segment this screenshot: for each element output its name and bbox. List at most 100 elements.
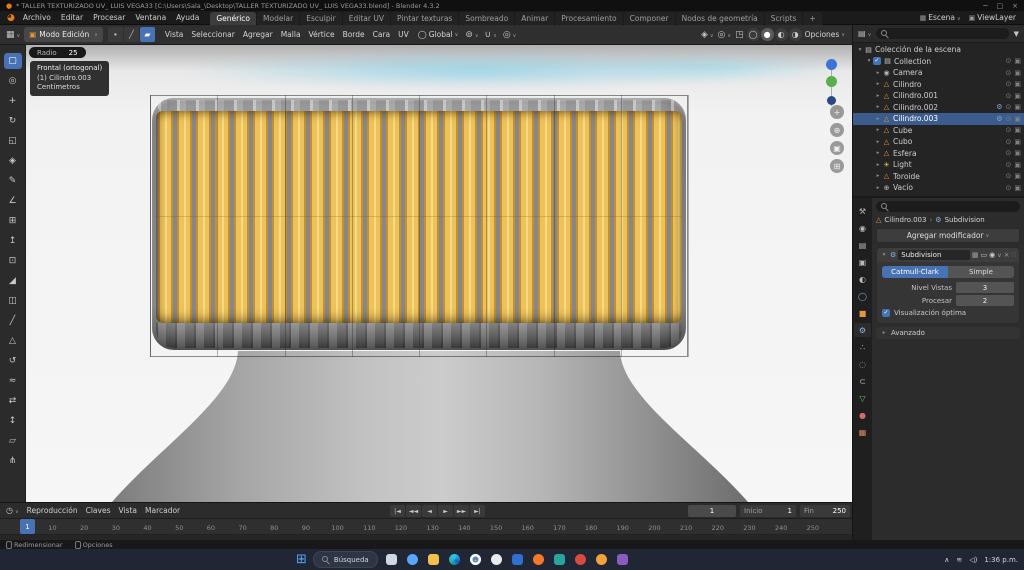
viewport-menu-malla[interactable]: Malla bbox=[277, 30, 305, 39]
hide-eye-icon[interactable]: ⊙ bbox=[1006, 57, 1012, 65]
current-frame-field[interactable]: 1 bbox=[688, 505, 736, 517]
show-gizmos-icon[interactable]: ◈ ∨ bbox=[699, 30, 716, 40]
app-icon-purple[interactable] bbox=[615, 552, 630, 567]
frame-start-field[interactable]: Inicio 1 bbox=[740, 505, 796, 517]
hide-eye-icon[interactable]: ⊙ bbox=[1006, 138, 1012, 146]
workspace-tab-nodos-de-geometría[interactable]: Nodos de geometría bbox=[675, 11, 764, 25]
hide-eye-icon[interactable]: ⊙ bbox=[1006, 80, 1012, 88]
poly-build-tool[interactable]: △ bbox=[4, 333, 22, 349]
viewport-3d[interactable]: Radio 25 Frontal (ortogonal) (1) Cilindr… bbox=[26, 45, 852, 502]
shrink-fatten-tool[interactable]: ↕ bbox=[4, 413, 22, 429]
viewlayer-selector[interactable]: ▣ ViewLayer bbox=[969, 13, 1016, 22]
filter-funnel-icon[interactable]: ▼ bbox=[1012, 30, 1021, 38]
expand-caret-icon[interactable]: ▸ bbox=[874, 162, 882, 168]
expand-caret-icon[interactable]: ▸ bbox=[874, 81, 882, 87]
extrude-region-tool[interactable]: ↥ bbox=[4, 233, 22, 249]
breadcrumb-modifier[interactable]: Subdivision bbox=[945, 216, 985, 224]
frame-end-field[interactable]: Fin 250 bbox=[800, 505, 850, 517]
measure-tool[interactable]: ∠ bbox=[4, 193, 22, 209]
close-button[interactable]: × bbox=[1012, 2, 1018, 10]
viewport-menu-cara[interactable]: Cara bbox=[369, 30, 395, 39]
render-visibility-icon[interactable]: ▣ bbox=[1014, 161, 1021, 169]
outliner-row-cube[interactable]: ▸ △ Cube ⊙ ▣ bbox=[853, 125, 1024, 137]
particles-tab[interactable]: ∴ bbox=[854, 340, 871, 354]
camera-view-button[interactable]: ▣ bbox=[830, 141, 844, 155]
xray-toggle-icon[interactable]: ◳ bbox=[733, 30, 746, 40]
radius-value[interactable]: 25 bbox=[69, 49, 78, 57]
select-box-tool[interactable]: ▢ bbox=[3, 53, 22, 69]
outliner-row-light[interactable]: ▸ ☀ Light ⊙ ▣ bbox=[853, 159, 1024, 171]
render-visibility-icon[interactable]: ▣ bbox=[1014, 126, 1021, 134]
app-icon-red[interactable] bbox=[573, 552, 588, 567]
app-icon-blue[interactable] bbox=[510, 552, 525, 567]
transform-tool[interactable]: ◈ bbox=[4, 153, 22, 169]
edit-mode-display-icon[interactable]: ▦ bbox=[972, 251, 979, 259]
expand-caret-icon[interactable]: ▸ bbox=[874, 185, 882, 191]
menu-editar[interactable]: Editar bbox=[56, 11, 88, 25]
render-visibility-icon[interactable]: ▣ bbox=[1014, 103, 1021, 111]
outliner-row-cubo[interactable]: ▸ △ Cubo ⊙ ▣ bbox=[853, 136, 1024, 148]
viewport-menu-vértice[interactable]: Vértice bbox=[305, 30, 339, 39]
viewport-menu-vista[interactable]: Vista bbox=[161, 30, 188, 39]
add-modifier-button[interactable]: Agregar modificador ∨ bbox=[876, 228, 1020, 243]
zoom-button[interactable]: + bbox=[830, 105, 844, 119]
edge-slide-tool[interactable]: ⇄ bbox=[4, 393, 22, 409]
outliner-row-esfera[interactable]: ▸ △ Esfera ⊙ ▣ bbox=[853, 148, 1024, 160]
taskbar-search[interactable]: Búsqueda bbox=[312, 551, 378, 568]
material-preview-shading-button[interactable]: ◐ bbox=[774, 28, 788, 41]
hide-eye-icon[interactable]: ⊙ bbox=[1006, 69, 1012, 77]
app-icon-orange[interactable] bbox=[594, 552, 609, 567]
tool-options-dropdown[interactable]: Opciones ∨ bbox=[802, 30, 848, 39]
wireframe-shading-button[interactable]: ◯ bbox=[746, 28, 760, 41]
solid-shading-button[interactable]: ● bbox=[760, 28, 774, 41]
minimize-button[interactable]: ─ bbox=[983, 2, 987, 10]
workspace-tab-pintar-texturas[interactable]: Pintar texturas bbox=[391, 11, 459, 25]
timeline-menu-vista[interactable]: Vista bbox=[115, 506, 142, 515]
shear-tool[interactable]: ▱ bbox=[4, 433, 22, 449]
bevel-tool[interactable]: ◢ bbox=[4, 273, 22, 289]
hide-eye-icon[interactable]: ⊙ bbox=[1006, 161, 1012, 169]
menu-procesar[interactable]: Procesar bbox=[88, 11, 130, 25]
edge-icon[interactable] bbox=[447, 552, 462, 567]
view-layer-tab[interactable]: ▣ bbox=[854, 255, 871, 269]
viewport-menu-uv[interactable]: UV bbox=[394, 30, 413, 39]
render-visibility-icon[interactable]: ▣ bbox=[1014, 92, 1021, 100]
timeline-menu-marcador[interactable]: Marcador bbox=[141, 506, 184, 515]
outliner-row-collection[interactable]: ▾ ✓ ▤ Collection ⊙ ▣ bbox=[853, 56, 1024, 68]
start-button[interactable]: ⊞ bbox=[296, 553, 307, 566]
folder-icon[interactable] bbox=[426, 552, 441, 567]
output-tab[interactable]: ▤ bbox=[854, 238, 871, 252]
workspace-tab-componer[interactable]: Componer bbox=[623, 11, 675, 25]
constraints-tab[interactable]: ⊂ bbox=[854, 374, 871, 388]
add-workspace-tab[interactable]: + bbox=[803, 11, 822, 25]
render-visibility-icon[interactable]: ▣ bbox=[1014, 172, 1021, 180]
proportional-editing-icon[interactable]: ◎ ∨ bbox=[501, 30, 519, 40]
outliner-row-cilindro-001[interactable]: ▸ △ Cilindro.001 ⊙ ▣ bbox=[853, 90, 1024, 102]
object-tab[interactable]: ■ bbox=[854, 306, 871, 320]
task-view-icon[interactable] bbox=[384, 552, 399, 567]
checkbox-checked-icon[interactable]: ✓ bbox=[882, 309, 890, 317]
expand-caret-icon[interactable]: ▸ bbox=[874, 93, 882, 99]
jump-end-button[interactable]: ►| bbox=[470, 505, 485, 517]
blender-icon[interactable] bbox=[531, 552, 546, 567]
realtime-display-icon[interactable]: ▭ bbox=[981, 251, 988, 259]
timeline-menu-reproducción[interactable]: Reproducción bbox=[23, 506, 82, 515]
hide-eye-icon[interactable]: ⊙ bbox=[1006, 115, 1012, 123]
world-tab[interactable]: ◯ bbox=[854, 289, 871, 303]
collection-checkbox[interactable]: ✓ bbox=[873, 57, 881, 66]
expand-caret-icon[interactable]: ▾ bbox=[865, 58, 873, 64]
prev-keyframe-button[interactable]: ◄◄ bbox=[406, 505, 421, 517]
axis-z-ball[interactable] bbox=[826, 59, 837, 70]
expand-caret-icon[interactable]: ▸ bbox=[874, 150, 882, 156]
outliner-row-colección-de-la-escena[interactable]: ▾ ▤ Colección de la escena bbox=[853, 44, 1024, 56]
editor-type-icon[interactable]: ▦ ∨ bbox=[4, 30, 22, 40]
render-visibility-icon[interactable]: ▣ bbox=[1014, 115, 1021, 123]
spin-tool[interactable]: ↺ bbox=[4, 353, 22, 369]
mode-dropdown[interactable]: ▣ Modo Edición ∨ bbox=[24, 27, 103, 42]
inset-faces-tool[interactable]: ⊡ bbox=[4, 253, 22, 269]
advanced-section-header[interactable]: ▸ Avanzado bbox=[876, 327, 1020, 339]
subdiv-type-catmull-clark[interactable]: Catmull-Clark bbox=[882, 266, 948, 278]
texture-tab[interactable]: ▦ bbox=[854, 425, 871, 439]
scene-selector[interactable]: ▦ Escena ∨ bbox=[920, 13, 961, 22]
vertex-select-mode[interactable]: ∙ bbox=[107, 27, 123, 42]
